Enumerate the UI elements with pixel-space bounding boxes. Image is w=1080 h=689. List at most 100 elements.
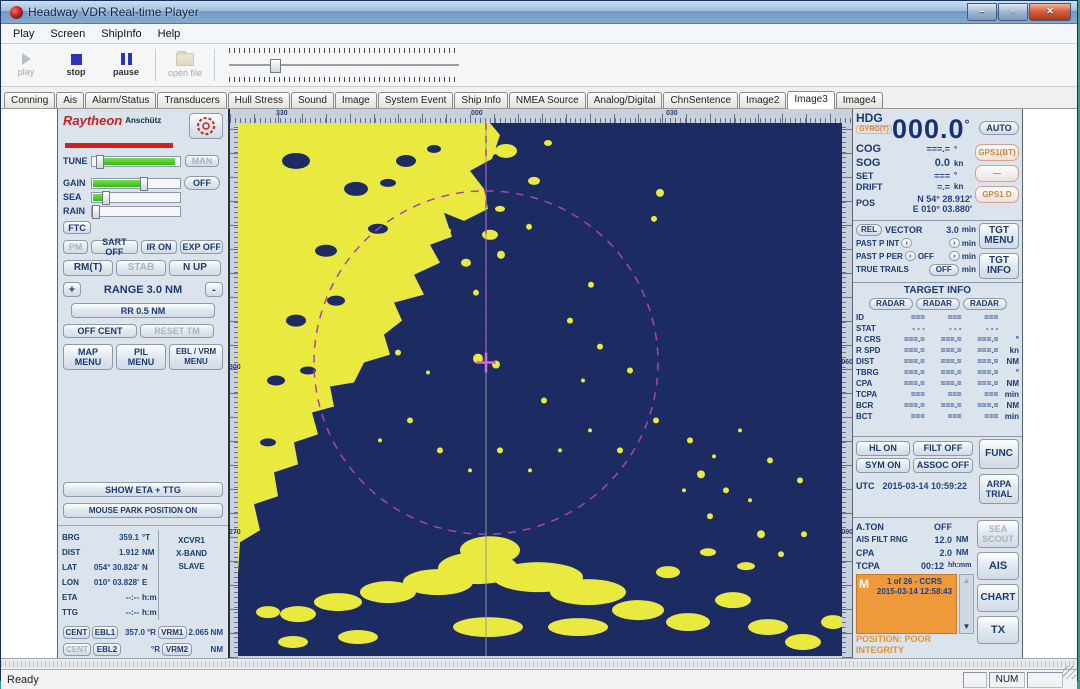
map-menu-button[interactable]: MAPMENU — [63, 344, 113, 370]
gain-slider[interactable] — [91, 178, 181, 189]
radar-target-button-2[interactable]: RADAR — [916, 298, 960, 310]
status-message: Ready — [7, 674, 39, 686]
past-pos-int-increase[interactable]: › — [949, 238, 960, 248]
north-up-button[interactable]: N UP — [169, 260, 221, 276]
cent1-button[interactable]: CENT — [63, 626, 90, 639]
tgt-info-button[interactable]: TGTINFO — [979, 253, 1019, 279]
table-row: R CRS===.====.====.=° — [856, 334, 1019, 345]
tx-button[interactable]: TX — [977, 616, 1019, 644]
ebl2-button[interactable]: EBL2 — [93, 643, 121, 656]
mouse-park-button[interactable]: MOUSE PARK POSITION ON — [63, 503, 223, 518]
scrubber-thumb[interactable] — [270, 59, 281, 73]
range-increase-button[interactable]: + — [63, 282, 81, 297]
stop-button[interactable]: stop — [51, 46, 101, 84]
tab-alarm-status[interactable]: Alarm/Status — [85, 92, 156, 108]
ebl-vrm-menu-button[interactable]: EBL / VRMMENU — [169, 344, 223, 370]
vrm2-button[interactable]: VRM2 — [162, 643, 192, 656]
tab-image2[interactable]: Image2 — [739, 92, 786, 108]
rel-vector-button[interactable]: REL — [856, 224, 882, 236]
scrubber-track[interactable] — [229, 59, 459, 71]
tgt-menu-button[interactable]: TGTMENU — [979, 223, 1019, 249]
rosette-menu-button[interactable] — [189, 113, 223, 139]
rm-button[interactable]: RM(T) — [63, 260, 113, 276]
exp-button[interactable]: EXP OFF — [180, 240, 223, 254]
menu-play[interactable]: Play — [5, 26, 42, 42]
target-info-section: TARGET INFO RADAR RADAR RADAR ID========… — [853, 283, 1022, 437]
assoc-off-button[interactable]: ASSOC OFF — [913, 458, 973, 473]
vrm1-button[interactable]: VRM1 — [158, 626, 187, 639]
tab-hull-stress[interactable]: Hull Stress — [228, 92, 290, 108]
past-pos-int-decrease[interactable]: ‹ — [901, 238, 912, 248]
radar-target-button-3[interactable]: RADAR — [963, 298, 1007, 310]
tab-nmea-source[interactable]: NMEA Source — [509, 92, 586, 108]
radar-target-button-1[interactable]: RADAR — [869, 298, 913, 310]
show-eta-ttg-button[interactable]: SHOW ETA + TTG — [63, 482, 223, 497]
open-file-button[interactable]: open file — [160, 46, 210, 84]
pause-button[interactable]: pause — [101, 46, 151, 84]
auto-button[interactable]: AUTO — [979, 121, 1019, 135]
sart-button[interactable]: SART OFF — [91, 240, 137, 254]
tab-image3[interactable]: Image3 — [787, 91, 834, 109]
lat-value: 054° 30.824' — [86, 563, 142, 572]
sea-slider[interactable] — [91, 192, 181, 203]
tab-image4[interactable]: Image4 — [836, 92, 883, 108]
past-pos-per-decrease[interactable]: ‹ — [905, 251, 916, 261]
hl-on-button[interactable]: HL ON — [856, 441, 910, 456]
off-center-button[interactable]: OFF CENT — [63, 324, 137, 338]
chart-button[interactable]: CHART — [977, 584, 1019, 612]
arpa-trial-button[interactable]: ARPATRIAL — [979, 474, 1019, 504]
man-button[interactable]: MAN — [185, 155, 219, 167]
past-pos-per-increase[interactable]: › — [949, 251, 960, 261]
tab-chnsentence[interactable]: ChnSentence — [663, 92, 738, 108]
minimize-button[interactable]: – — [967, 3, 997, 21]
ebl1-bearing: 357.0 — [120, 628, 145, 637]
sea-scout-button[interactable]: SEASCOUT — [977, 520, 1019, 548]
tab-conning[interactable]: Conning — [4, 92, 55, 108]
ebl1-button[interactable]: EBL1 — [92, 626, 119, 639]
menu-shipinfo[interactable]: ShipInfo — [93, 26, 149, 42]
ir-button[interactable]: IR ON — [141, 240, 178, 254]
true-trails-button[interactable]: OFF — [929, 264, 959, 276]
pil-menu-button[interactable]: PILMENU — [116, 344, 166, 370]
tab-strip: Conning Ais Alarm/Status Transducers Hul… — [1, 87, 1077, 109]
off-button[interactable]: OFF — [184, 176, 220, 190]
tab-transducers[interactable]: Transducers — [157, 92, 226, 108]
func-button[interactable]: FUNC — [979, 439, 1019, 469]
tab-system-event[interactable]: System Event — [378, 92, 454, 108]
cent2-button[interactable]: CENT — [63, 643, 91, 656]
tab-analog-digital[interactable]: Analog/Digital — [587, 92, 663, 108]
pm-button[interactable]: PM — [63, 240, 88, 254]
scroll-down-icon[interactable]: ▼ — [963, 621, 971, 633]
alarm-scrollbar[interactable]: ▲ ▼ — [959, 574, 974, 634]
gps1-d-button[interactable]: GPS1 D — [975, 186, 1019, 203]
tune-slider[interactable] — [91, 156, 181, 167]
play-button[interactable]: play — [1, 46, 51, 84]
tab-image[interactable]: Image — [335, 92, 377, 108]
ftc-button[interactable]: FTC — [63, 221, 91, 234]
tab-sound[interactable]: Sound — [291, 92, 334, 108]
stab-button[interactable]: STAB — [116, 260, 166, 276]
reset-tm-button[interactable]: RESET TM — [140, 324, 214, 338]
timeline-scrubber[interactable] — [229, 48, 459, 82]
menu-help[interactable]: Help — [150, 26, 189, 42]
resize-grip-icon[interactable] — [1063, 666, 1076, 679]
menu-screen[interactable]: Screen — [42, 26, 93, 42]
tab-ship-info[interactable]: Ship Info — [454, 92, 507, 108]
radar-ppi[interactable] — [238, 123, 842, 656]
heading-section: HDG GYRO(T) 000.0° AUTO COG===.=° SOG0.0… — [853, 109, 1022, 221]
tab-ais[interactable]: Ais — [56, 92, 84, 108]
sym-on-button[interactable]: SYM ON — [856, 458, 910, 473]
scroll-up-icon[interactable]: ▲ — [963, 575, 971, 587]
close-button[interactable]: ✕ — [1029, 3, 1071, 21]
range-rings-button[interactable]: RR 0.5 NM — [71, 303, 215, 318]
gps1-bt-button[interactable]: GPS1(BT) — [975, 144, 1019, 161]
alarm-message-box[interactable]: M 1 of 26 - CCRS 2015-03-14 12:58:43 — [856, 574, 957, 634]
ais-button[interactable]: AIS — [977, 552, 1019, 580]
maximize-button[interactable]: ▫ — [998, 3, 1028, 21]
range-decrease-button[interactable]: - — [205, 282, 223, 297]
gps-dash-button[interactable]: — — [975, 165, 1019, 182]
ais-tcpa-value: 00:12 — [918, 561, 948, 571]
filt-off-button[interactable]: FILT OFF — [913, 441, 973, 456]
rain-slider[interactable] — [91, 206, 181, 217]
horizontal-scrollbar[interactable] — [1, 659, 1077, 670]
